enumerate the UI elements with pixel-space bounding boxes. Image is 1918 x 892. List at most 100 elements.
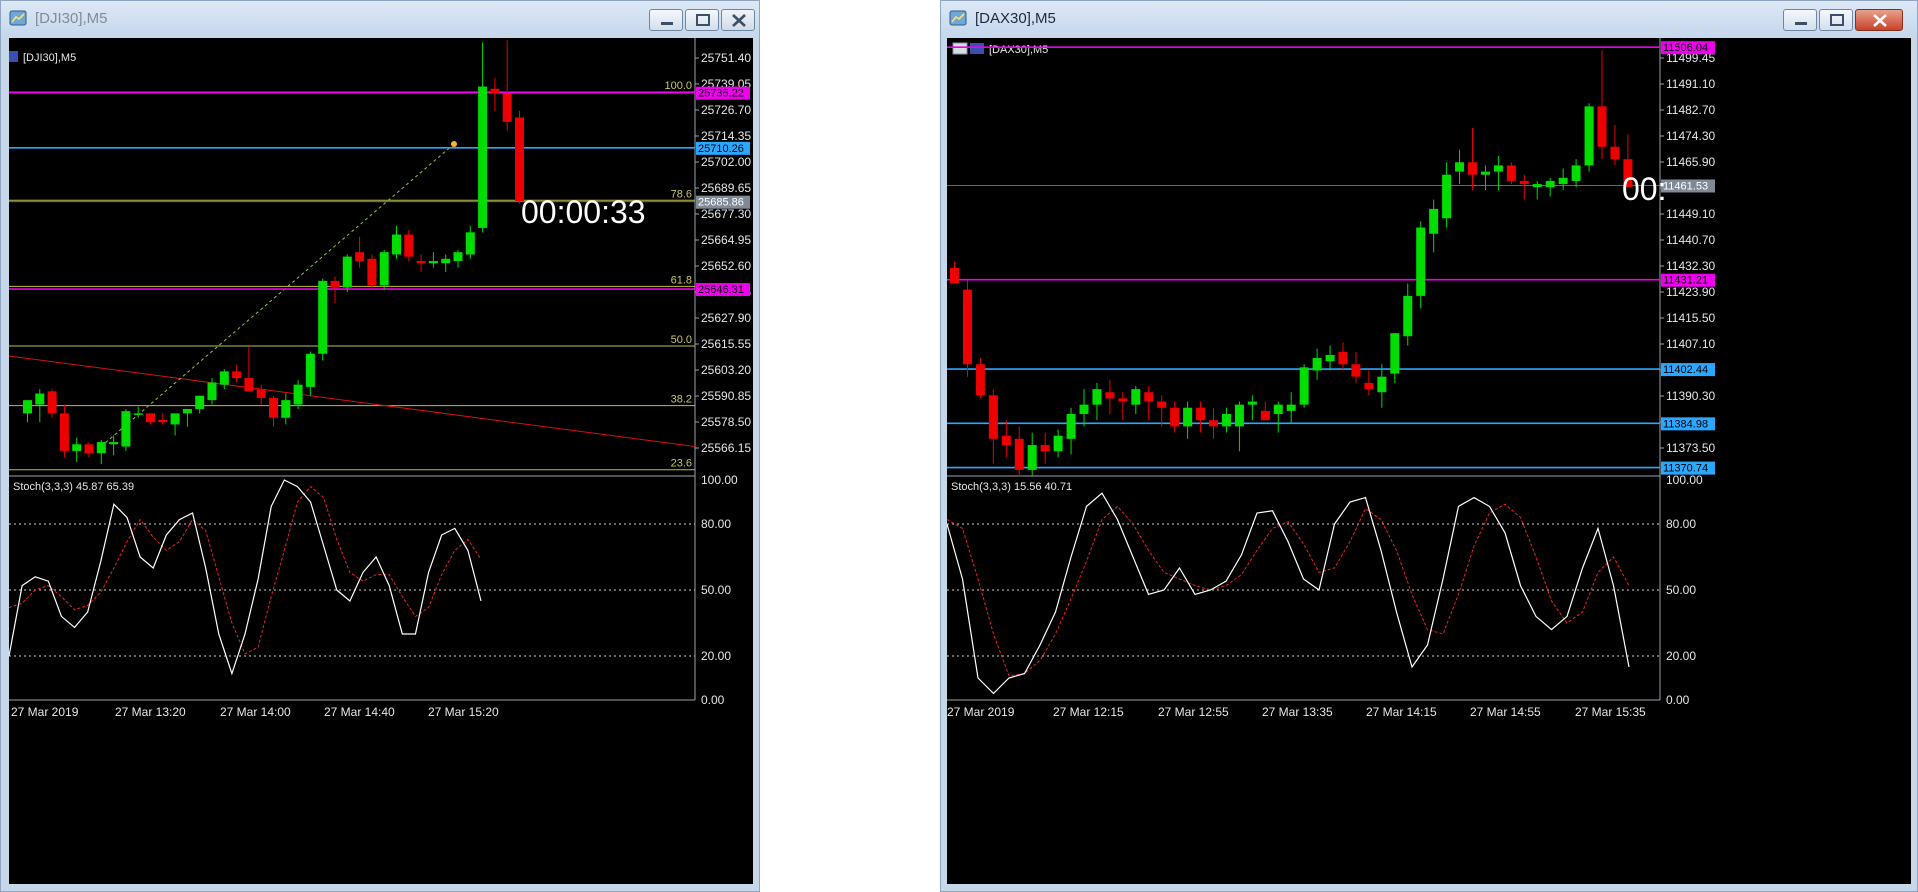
time-axis-label: 27 Mar 2019 — [11, 705, 79, 719]
candle-body — [1325, 354, 1335, 362]
candle-body — [1131, 389, 1141, 405]
candle-body — [1183, 407, 1193, 427]
candle-body — [219, 371, 229, 385]
price-line-label: 25710.26 — [698, 143, 744, 155]
price-line-label: 25735.22 — [698, 88, 744, 100]
stochastic-axis-label: 20.00 — [1666, 649, 1696, 663]
price-line-label: 25646.31 — [698, 284, 744, 296]
price-axis-label: 25726.70 — [701, 103, 751, 117]
close-button[interactable] — [1855, 9, 1903, 31]
maximize-button[interactable] — [1819, 9, 1853, 31]
price-line-label: 11506.04 — [1663, 42, 1708, 54]
candle-body — [1234, 404, 1244, 427]
chart-area[interactable]: [DAX30],M5 11499.45 11491.10 11482.70 11474.… — [947, 38, 1911, 884]
candle-body — [59, 413, 69, 451]
candle-body — [1390, 333, 1400, 374]
candle-body — [355, 252, 365, 262]
chart-canvas[interactable]: [DJI30],M5 25751.4025739.0525726.7025714.… — [9, 38, 753, 886]
price-line-label: 25685.86 — [698, 197, 744, 209]
candle-body — [269, 397, 278, 418]
price-axis-label: 11373.50 — [1666, 441, 1715, 455]
stochastic-signal-line — [9, 485, 482, 655]
candle-body — [490, 88, 500, 94]
maximize-button[interactable] — [685, 9, 719, 31]
price-axis-label: 25714.35 — [701, 129, 751, 143]
candle-body — [1455, 162, 1465, 172]
price-axis-label: 11482.70 — [1666, 103, 1715, 117]
candle-body — [453, 252, 463, 262]
chart-area[interactable]: [DJI30],M5 25751.40 25739.05 25726.70 25714.… — [9, 38, 753, 884]
candle-body — [342, 256, 352, 288]
stochastic-axis-label: 20.00 — [701, 649, 731, 663]
minimize-button[interactable] — [649, 9, 683, 31]
candle-body — [1610, 146, 1620, 160]
price-axis-label: 11465.90 — [1666, 155, 1715, 169]
candle-body — [1066, 413, 1076, 439]
candle-body — [23, 400, 32, 414]
fibonacci-level-label: 78.6 — [671, 188, 692, 200]
candle-body — [158, 420, 168, 423]
candle-body — [1416, 227, 1426, 296]
chart-app-icon — [949, 10, 967, 26]
candle-body — [1157, 401, 1167, 408]
price-axis-label: 11423.90 — [1666, 285, 1715, 299]
candle-body — [1260, 410, 1270, 421]
candle-body — [1092, 389, 1102, 405]
close-button[interactable] — [721, 9, 755, 31]
candle-body — [1053, 435, 1063, 452]
price-line-label: 11461.53 — [1663, 180, 1708, 192]
candle-body — [404, 234, 414, 257]
candle-body — [515, 117, 524, 202]
candle-body — [1429, 208, 1439, 234]
chart-window-dax30[interactable]: [DAX30],M5 [DAX30],M5 11499.45 11491.10 114… — [940, 0, 1918, 892]
trend-line — [9, 355, 696, 447]
price-axis-label: 25578.50 — [701, 415, 751, 429]
title-bar[interactable]: [DAX30],M5 — [941, 1, 1917, 37]
candle-body — [1403, 295, 1413, 337]
price-axis-label: 25615.55 — [701, 337, 751, 351]
title-bar[interactable]: [DJI30],M5 — [1, 1, 759, 37]
stochastic-indicator-label: Stoch(3,3,3) 45.87 65.39 — [13, 481, 134, 493]
chart-canvas[interactable]: [DAX30],M511499.4511491.1011482.7011474.… — [947, 38, 1911, 886]
fibonacci-level-label: 23.6 — [671, 458, 692, 470]
candle-body — [1273, 404, 1283, 414]
candle-body — [502, 93, 512, 122]
minimize-button[interactable] — [1783, 9, 1817, 31]
candle-body — [950, 267, 959, 284]
time-axis-label: 27 Mar 13:20 — [115, 705, 186, 719]
time-axis-label: 27 Mar 12:15 — [1053, 705, 1124, 719]
chart-window-dji30[interactable]: [DJI30],M5 [DJI30],M5 25751.40 25739.05 257… — [0, 0, 760, 892]
candle-body — [1545, 180, 1555, 188]
stochastic-indicator-label: Stoch(3,3,3) 15.56 40.71 — [951, 481, 1072, 493]
maximize-icon — [696, 14, 710, 26]
symbol-table-icon — [952, 42, 968, 55]
chart-symbol-label: [DAX30],M5 — [989, 44, 1048, 56]
candle-body — [195, 395, 205, 409]
candle-body — [1597, 106, 1607, 147]
candle-body — [293, 384, 303, 405]
chart-symbol-label: [DJI30],M5 — [23, 52, 76, 64]
candle-body — [465, 232, 475, 255]
price-axis-label: 11474.30 — [1666, 129, 1715, 143]
candle-body — [170, 413, 180, 425]
candle-body — [1079, 404, 1089, 414]
candle-body — [281, 400, 291, 418]
minimize-icon — [661, 22, 673, 25]
candle-body — [1014, 438, 1024, 470]
candle-body — [133, 413, 143, 415]
candle-body — [109, 442, 119, 445]
time-axis-label: 27 Mar 15:20 — [428, 705, 499, 719]
candle-body — [1144, 392, 1154, 402]
stochastic-axis-label: 0.00 — [701, 693, 725, 707]
fibonacci-level-label: 100.0 — [664, 80, 692, 92]
candle-body — [207, 382, 217, 401]
price-axis-label: 25751.40 — [701, 51, 751, 65]
candle-body — [975, 364, 985, 396]
stochastic-axis-label: 0.00 — [1666, 693, 1690, 707]
candle-body — [1571, 165, 1581, 181]
stochastic-axis-label: 50.00 — [1666, 583, 1696, 597]
candle-body — [244, 378, 254, 392]
stochastic-axis-label: 80.00 — [1666, 517, 1696, 531]
candle-body — [330, 280, 340, 288]
window-title: [DJI30],M5 — [35, 10, 108, 27]
